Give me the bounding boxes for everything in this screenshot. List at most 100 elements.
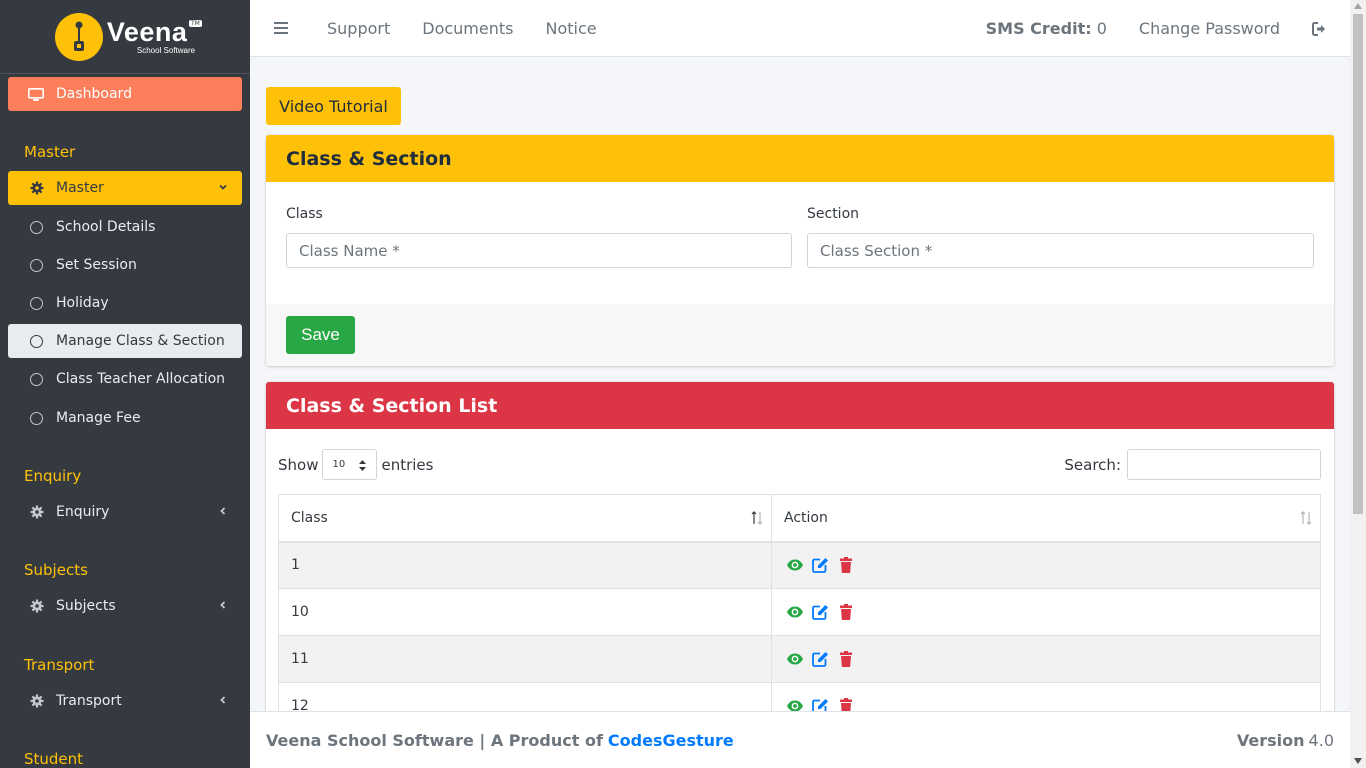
sidebar-item-label: Enquiry [56, 504, 110, 520]
eye-icon[interactable] [786, 604, 804, 620]
trash-icon[interactable] [837, 604, 855, 620]
sidebar-header-transport: Transport [24, 656, 95, 674]
edit-icon[interactable] [811, 557, 829, 574]
nav-link-documents[interactable]: Documents [422, 19, 513, 38]
show-label: Show [278, 455, 319, 474]
sidebar-item-label: Master [56, 180, 104, 196]
entries-label: entries [381, 455, 434, 474]
sort-icon [751, 511, 763, 525]
gear-icon [30, 181, 44, 195]
circle-icon [30, 334, 43, 348]
sidebar-item-set-session[interactable]: Set Session [8, 248, 242, 282]
sidebar-item-manage-fee[interactable]: Manage Fee [8, 401, 242, 435]
sidebar-header-subjects: Subjects [24, 561, 88, 579]
sms-credit-value: 0 [1096, 19, 1107, 38]
edit-icon[interactable] [811, 604, 829, 620]
page-scrollbar[interactable] [1350, 0, 1366, 768]
edit-icon[interactable] [811, 651, 829, 667]
sort-icon [1300, 511, 1312, 525]
sidebar-item-transport[interactable]: Transport [8, 684, 242, 718]
menu-icon[interactable] [274, 22, 288, 34]
sidebar-item-school-details[interactable]: School Details [8, 210, 242, 244]
sort-arrows-icon [359, 460, 367, 471]
table-header-row: Class Action [278, 494, 1321, 543]
entries-select[interactable]: 10 [322, 449, 378, 480]
nav-link-support[interactable]: Support [327, 19, 390, 38]
table-row: 10 [278, 588, 1321, 636]
version-value: 4.0 [1308, 730, 1334, 750]
brand-name: Veena [106, 16, 188, 47]
actions-cell [771, 588, 1321, 636]
eye-icon[interactable] [786, 557, 804, 573]
sidebar-item-subjects[interactable]: Subjects [8, 589, 242, 623]
entries-select-value: 10 [332, 459, 346, 470]
sidebar-item-label: Set Session [56, 257, 137, 273]
brand[interactable]: Veena School Software TM [0, 0, 250, 74]
class-section-input[interactable] [807, 233, 1314, 268]
search-input[interactable] [1127, 449, 1321, 480]
class-name-input[interactable] [286, 233, 792, 268]
sidebar-item-label: Dashboard [56, 86, 132, 102]
section-label: Section [807, 206, 860, 222]
column-header-label: Action [784, 509, 828, 526]
topbar-right: SMS Credit: 0 Change Password [986, 0, 1328, 57]
sidebar-item-label: Holiday [56, 295, 109, 311]
version-info: Version 4.0 [1237, 731, 1334, 750]
codesgesture-link[interactable]: CodesGesture [608, 731, 734, 750]
sidebar-header-student: Student [24, 750, 84, 768]
card-title: Class & Section List [266, 382, 1334, 429]
circle-icon [30, 258, 43, 272]
sidebar-header-master: Master [24, 143, 76, 161]
trash-icon[interactable] [837, 651, 855, 667]
footer-text: Veena School Software | A Product of [266, 730, 603, 750]
sidebar: Veena School Software TM Dashboard Maste… [0, 0, 250, 768]
class-section-form-card: Class & Section Class Section Save [266, 135, 1334, 366]
video-tutorial-button[interactable]: Video Tutorial [266, 87, 401, 125]
brand-tag: TM [189, 20, 202, 27]
sidebar-item-enquiry[interactable]: Enquiry [8, 495, 242, 529]
circle-icon [30, 220, 43, 234]
chevron-down-icon [219, 184, 227, 190]
nav-link-notice[interactable]: Notice [545, 19, 596, 38]
sms-credit-label: SMS Credit: [985, 19, 1092, 38]
sidebar-header-enquiry: Enquiry [24, 467, 82, 485]
sidebar-item-manage-class-section[interactable]: Manage Class & Section [8, 324, 242, 358]
logout-icon[interactable] [1312, 21, 1328, 36]
actions-cell [771, 635, 1321, 683]
save-button[interactable]: Save [286, 316, 355, 354]
column-header-label: Class [291, 509, 328, 526]
sidebar-item-holiday[interactable]: Holiday [8, 286, 242, 320]
sidebar-item-class-teacher-allocation[interactable]: Class Teacher Allocation [8, 362, 242, 396]
circle-icon [30, 372, 43, 386]
class-cell: 10 [278, 588, 772, 636]
page-footer: Veena School Software | A Product of Cod… [250, 711, 1350, 768]
gear-icon [30, 694, 44, 708]
column-header-action[interactable]: Action [771, 494, 1321, 543]
scroll-up-icon[interactable] [1354, 3, 1362, 9]
card-footer: Save [266, 304, 1334, 366]
entries-length-control: Show 10 entries [278, 449, 433, 480]
change-password-link[interactable]: Change Password [1139, 19, 1280, 38]
class-cell: 1 [278, 541, 772, 589]
sidebar-item-label: Subjects [56, 598, 116, 614]
gear-icon [30, 599, 44, 613]
class-cell: 11 [278, 635, 772, 683]
scroll-down-icon[interactable] [1354, 758, 1362, 764]
class-section-table: Class Action 1 10 11 12 [278, 494, 1321, 722]
table-row: 11 [278, 635, 1321, 683]
veena-logo-icon [54, 12, 103, 61]
brand-subtitle: School Software [136, 45, 196, 55]
sidebar-item-label: Transport [56, 693, 122, 709]
gear-icon [30, 505, 44, 519]
sidebar-item-dashboard[interactable]: Dashboard [8, 77, 242, 111]
column-header-class[interactable]: Class [278, 494, 772, 543]
circle-icon [30, 296, 43, 310]
class-label: Class [286, 206, 323, 222]
circle-icon [30, 411, 43, 425]
topbar: Support Documents Notice SMS Credit: 0 C… [250, 0, 1350, 57]
scroll-thumb[interactable] [1353, 14, 1363, 514]
sidebar-item-label: Class Teacher Allocation [56, 371, 226, 387]
eye-icon[interactable] [786, 651, 804, 667]
sidebar-item-master[interactable]: Master [8, 171, 242, 205]
trash-icon[interactable] [837, 557, 855, 574]
